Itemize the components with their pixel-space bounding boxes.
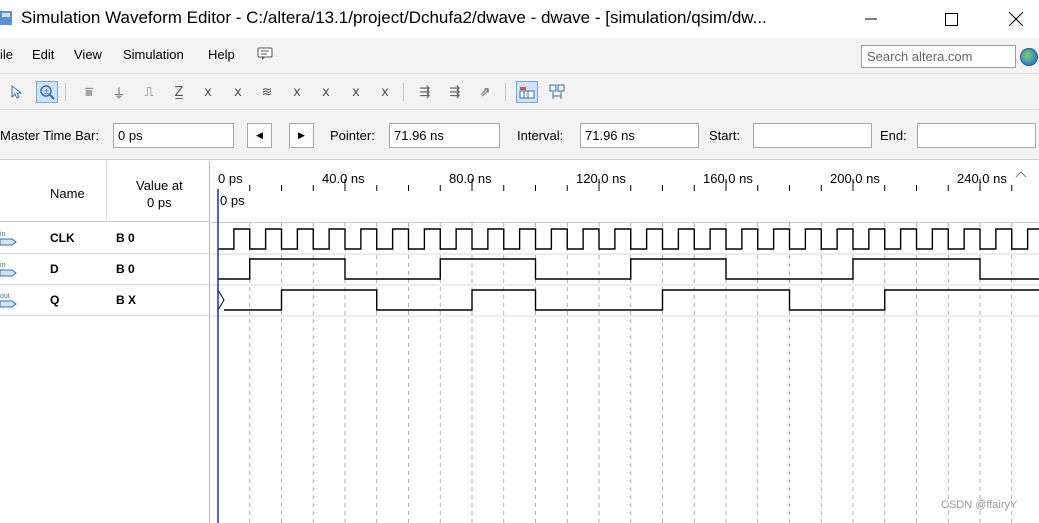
toolbar-separator	[505, 83, 506, 101]
time-tick-label: 0 ps	[218, 171, 243, 186]
search-input[interactable]: Search altera.com	[861, 45, 1016, 68]
waveform-area[interactable]: 0 ps 40.0 ns 80.0 ns 120.0 ns 160.0 ns 200.0 …	[211, 161, 1039, 523]
signal-value: B X	[116, 293, 137, 307]
random-value-icon[interactable]: ⅹ	[374, 81, 396, 103]
force-high-icon[interactable]: ⎍	[138, 81, 160, 103]
signal-list-panel: Name Value at 0 ps in CLK B 0 in D B 0 o…	[0, 161, 210, 523]
time-bar: Master Time Bar: 0 ps ◀ ▶ Pointer: 71.96…	[0, 111, 1039, 160]
signal-list-header: Name Value at 0 ps	[0, 161, 209, 222]
master-time-bar-field[interactable]: 0 ps	[113, 123, 234, 148]
overwrite-unknown-icon[interactable]: ⩸	[78, 81, 100, 103]
clock-value-icon[interactable]: ⅹ	[315, 81, 337, 103]
menu-view[interactable]: View	[74, 47, 102, 62]
value-column-header[interactable]: Value at	[136, 178, 183, 193]
time-tick-label: 200.0 ns	[830, 171, 880, 186]
d-waveform	[218, 258, 1039, 280]
globe-icon[interactable]	[1020, 48, 1038, 66]
arbitrary-value-icon[interactable]: ⅹ	[345, 81, 367, 103]
svg-text:±: ±	[43, 87, 50, 96]
column-divider[interactable]	[106, 161, 107, 222]
group-icon[interactable]	[546, 81, 568, 103]
clk-waveform	[218, 228, 1039, 250]
menu-file[interactable]: ile	[0, 47, 13, 62]
pointer-icon[interactable]	[6, 81, 28, 103]
previous-transition-button[interactable]: ◀	[247, 123, 272, 148]
value-column-header-time: 0 ps	[147, 195, 172, 210]
previous-transition-icon: ◀	[256, 130, 263, 140]
count-value-icon[interactable]: ⅹ	[286, 81, 308, 103]
minimize-icon	[865, 18, 877, 20]
signal-value: B 0	[116, 231, 135, 245]
title-bar: Simulation Waveform Editor - C:/altera/1…	[0, 0, 1039, 38]
pointer-label: Pointer:	[330, 128, 375, 143]
signal-row-clk[interactable]: in CLK B 0	[0, 223, 209, 254]
time-tick-label: 40.0 ns	[322, 171, 365, 186]
next-transition-button[interactable]: ▶	[289, 123, 314, 148]
grid-icon[interactable]	[516, 81, 538, 103]
maximize-button[interactable]	[928, 0, 974, 38]
high-impedance-icon[interactable]: Z̲	[168, 81, 190, 103]
pointer-field[interactable]: 71.96 ns	[389, 123, 500, 148]
time-tick-label: 160.0 ns	[703, 171, 753, 186]
maximize-icon	[944, 12, 958, 26]
force-low-icon[interactable]: ⏚	[108, 81, 130, 103]
end-label: End:	[880, 128, 907, 143]
signal-name: Q	[50, 293, 60, 307]
start-field[interactable]	[753, 123, 872, 148]
close-icon	[1009, 12, 1023, 26]
minimize-button[interactable]	[848, 0, 894, 38]
interval-label: Interval:	[517, 128, 564, 143]
toolbar-separator	[403, 83, 404, 101]
window-title: Simulation Waveform Editor - C:/altera/1…	[21, 8, 767, 27]
menu-bar: ile Edit View Simulation Help Search alt…	[0, 38, 1039, 74]
master-time-bar-label: Master Time Bar:	[0, 128, 99, 143]
run-functional-icon[interactable]: ⇶	[414, 81, 436, 103]
svg-text:out: out	[0, 293, 10, 300]
run-timing-icon[interactable]: ⇶	[444, 81, 466, 103]
close-button[interactable]	[993, 0, 1039, 38]
name-column-header[interactable]: Name	[50, 186, 85, 201]
menu-edit[interactable]: Edit	[32, 47, 54, 62]
snap-icon[interactable]: ⇗	[474, 81, 496, 103]
interval-field[interactable]: 71.96 ns	[580, 123, 699, 148]
svg-text:in: in	[0, 231, 6, 238]
input-pin-icon: in	[0, 231, 17, 246]
comment-icon[interactable]	[257, 47, 273, 61]
signal-name: D	[50, 262, 59, 276]
end-field[interactable]	[917, 123, 1036, 148]
toolbar-separator	[65, 83, 66, 101]
signal-name: CLK	[50, 231, 75, 245]
waveform-canvas[interactable]: 0 ps 40.0 ns 80.0 ns 120.0 ns 160.0 ns 200.0 …	[211, 161, 1039, 523]
output-pin-icon: out	[0, 293, 17, 308]
next-transition-icon: ▶	[298, 130, 305, 140]
time-tick-label: 120.0 ns	[576, 171, 626, 186]
zoom-icon[interactable]: ±	[36, 81, 58, 103]
app-logo-icon	[0, 11, 12, 25]
toolbar: ± ⩸ ⏚ ⎍ Z̲ ⅹ ⅹ ≋ ⅹ ⅹ ⅹ ⅹ ⇶ ⇶ ⇗	[0, 75, 1039, 110]
watermark: CSDN @ffairyY	[941, 499, 1018, 511]
menu-simulation[interactable]: Simulation	[123, 47, 184, 62]
cursor-time-label: 0 ps	[220, 193, 245, 208]
svg-text:in: in	[0, 262, 6, 269]
time-tick-label: 240.0 ns	[957, 171, 1007, 186]
invert-icon[interactable]: ≋	[256, 81, 278, 103]
weak-high-icon[interactable]: ⅹ	[227, 81, 249, 103]
waveform-editor-window: Simulation Waveform Editor - C:/altera/1…	[0, 0, 1039, 523]
signal-value: B 0	[116, 262, 135, 276]
weak-low-icon[interactable]: ⅹ	[197, 81, 219, 103]
start-label: Start:	[709, 128, 741, 143]
signal-row-d[interactable]: in D B 0	[0, 254, 209, 285]
signal-row-q[interactable]: out Q B X	[0, 285, 209, 316]
time-tick-label: 80.0 ns	[449, 171, 492, 186]
menu-help[interactable]: Help	[208, 47, 235, 62]
q-unknown-marker	[217, 289, 225, 311]
input-pin-icon: in	[0, 262, 17, 277]
